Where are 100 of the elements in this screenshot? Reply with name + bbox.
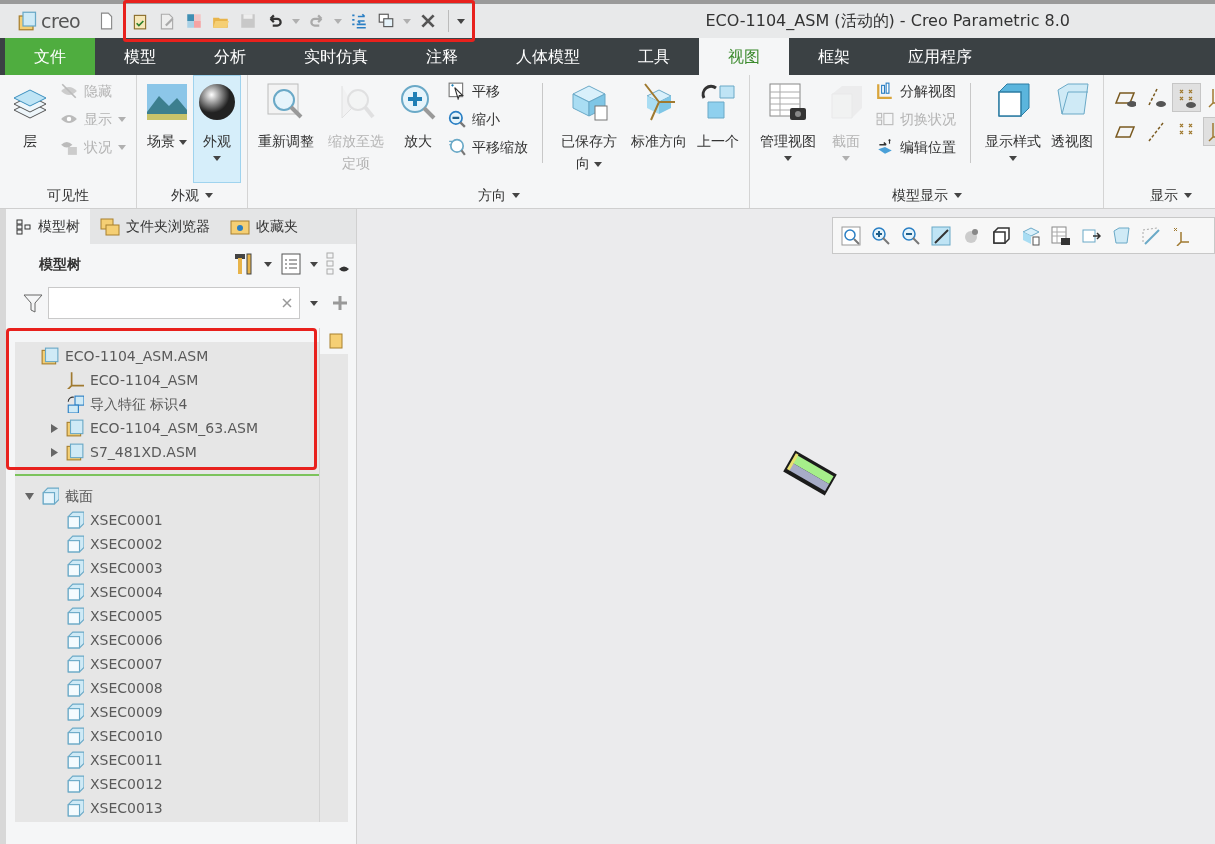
panel-tab[interactable]: 模型树	[6, 209, 90, 244]
toggle-button[interactable]	[1172, 83, 1201, 112]
cube-icon	[66, 799, 84, 817]
caret-icon	[213, 156, 221, 161]
caret-icon	[118, 144, 126, 150]
ribbon-button[interactable]: 已保存方向	[553, 75, 625, 183]
ribbon-button[interactable]: 外观	[193, 75, 241, 183]
panel-tab[interactable]: 文件夹浏览器	[90, 209, 220, 244]
tree-item-label[interactable]: 导入特征 标识4	[90, 393, 188, 415]
ribbon-tab[interactable]: 注释	[397, 38, 487, 75]
tree-item-label[interactable]: ECO-1104_ASM	[90, 369, 199, 391]
model-drawing	[780, 449, 840, 497]
filter-icon[interactable]	[22, 292, 44, 314]
sphere-icon	[197, 82, 237, 122]
tree-item-label[interactable]: S7_481XD.ASM	[90, 441, 197, 463]
landscape-icon	[147, 82, 187, 122]
list-arrows-icon	[350, 12, 369, 30]
cube-icon	[66, 631, 84, 649]
cube-icon	[66, 511, 84, 529]
ribbon-button[interactable]: 缩小	[444, 105, 532, 133]
ribbon-button[interactable]: 透视图	[1047, 75, 1097, 183]
ribbon-button[interactable]: 放大	[394, 75, 442, 183]
tree-item-label[interactable]: XSEC0005	[90, 605, 163, 627]
app-logo: creo	[41, 8, 81, 34]
ribbon-tab[interactable]: 工具	[609, 38, 699, 75]
move-parts-icon	[876, 138, 894, 156]
list-icon[interactable]	[280, 252, 302, 276]
tree-item-label[interactable]: ECO-1104_ASM.ASM	[65, 345, 209, 367]
ribbon-button[interactable]: 标准方向	[627, 75, 691, 183]
tree-item-label[interactable]: XSEC0002	[90, 533, 163, 555]
ribbon-button[interactable]: 重新调整	[254, 75, 318, 183]
tree-hidden-icon[interactable]	[326, 252, 350, 276]
datum-display-icon	[1171, 225, 1191, 246]
ribbon-button[interactable]: 管理视图	[756, 75, 820, 183]
group-label[interactable]: 方向	[254, 183, 743, 207]
toolbar-button[interactable]	[871, 225, 891, 246]
tree-item-label[interactable]: XSEC0006	[90, 629, 163, 651]
search-field[interactable]	[48, 287, 300, 319]
ribbon-button[interactable]: 上一个	[693, 75, 743, 183]
caret-icon	[784, 156, 792, 161]
group-label[interactable]: 显示	[1110, 183, 1215, 207]
tree-item-label[interactable]: XSEC0012	[90, 773, 163, 795]
ribbon-button[interactable]: 编辑位置	[872, 133, 960, 161]
pan-zoom-icon	[448, 138, 466, 156]
tree-item-label[interactable]: XSEC0001	[90, 509, 163, 531]
ribbon-tab[interactable]: 人体模型	[487, 38, 609, 75]
caret-icon	[842, 156, 850, 161]
tree-item-label[interactable]: XSEC0011	[90, 749, 163, 771]
cube-icon	[66, 775, 84, 793]
tree-item-label[interactable]: XSEC0013	[90, 797, 163, 819]
ribbon-tab[interactable]: 应用程序	[879, 38, 1001, 75]
cube-icon	[66, 607, 84, 625]
panel-heading: 模型树	[39, 254, 81, 274]
ribbon-button[interactable]: 层	[6, 75, 54, 183]
tree-item-label[interactable]: XSEC0004	[90, 581, 163, 603]
column-frame-icon[interactable]	[328, 332, 344, 350]
group-label[interactable]: 模型显示	[756, 183, 1097, 207]
tree-item-label[interactable]: XSEC0003	[90, 557, 163, 579]
ribbon-button[interactable]: 场景	[143, 75, 191, 183]
blocks-icon	[876, 110, 894, 128]
toolbar-button[interactable]	[991, 225, 1011, 246]
caret-icon	[403, 18, 412, 24]
caret-icon	[310, 261, 318, 267]
expander-icon[interactable]	[49, 447, 59, 457]
caret-icon	[1184, 192, 1192, 198]
plus-icon[interactable]	[332, 295, 348, 311]
clear-icon[interactable]	[281, 297, 293, 309]
tree-icon	[16, 218, 32, 235]
ribbon-tab[interactable]: 框架	[789, 38, 879, 75]
floppy-icon	[239, 12, 258, 30]
square-diagonal-icon	[931, 225, 951, 246]
tree-item-label[interactable]: XSEC0009	[90, 701, 163, 723]
caret-icon	[457, 18, 466, 24]
tree-item-label[interactable]: XSEC0007	[90, 653, 163, 675]
caret-icon	[118, 116, 126, 122]
tree-item-label[interactable]: 截面	[65, 485, 93, 507]
ribbon-tab[interactable]: 视图	[699, 38, 789, 75]
expander-icon[interactable]	[49, 423, 59, 433]
toolbar-button[interactable]	[901, 225, 921, 246]
ribbon-button[interactable]: 显示样式	[981, 75, 1045, 183]
tree-item-label[interactable]: XSEC0008	[90, 677, 163, 699]
ribbon-button[interactable]: 分解视图	[872, 77, 960, 105]
ribbon-button[interactable]: 平移缩放	[444, 133, 532, 161]
table-camera-icon	[1051, 225, 1071, 246]
transparent-cube-icon	[1111, 225, 1131, 246]
ribbon-button[interactable]: 平移	[444, 77, 532, 105]
diagonal-plane-icon	[1141, 225, 1161, 246]
expander-icon[interactable]	[24, 491, 34, 501]
panel-tab[interactable]: 收藏夹	[220, 209, 308, 244]
tree-item-label[interactable]: ECO-1104_ASM_63.ASM	[90, 417, 259, 439]
cube-icon	[66, 559, 84, 577]
group-label[interactable]: 外观	[143, 183, 241, 207]
ribbon-tab[interactable]: 分析	[185, 38, 275, 75]
toolbar-button[interactable]	[931, 225, 951, 246]
caret-icon	[334, 18, 343, 24]
toolbar-button[interactable]	[1051, 225, 1071, 246]
tree-item-label[interactable]: XSEC0010	[90, 725, 163, 747]
group-label[interactable]: 可见性	[6, 183, 130, 207]
ribbon-tab[interactable]: 实时仿真	[275, 38, 397, 75]
ribbon-tab[interactable]: 模型	[95, 38, 185, 75]
